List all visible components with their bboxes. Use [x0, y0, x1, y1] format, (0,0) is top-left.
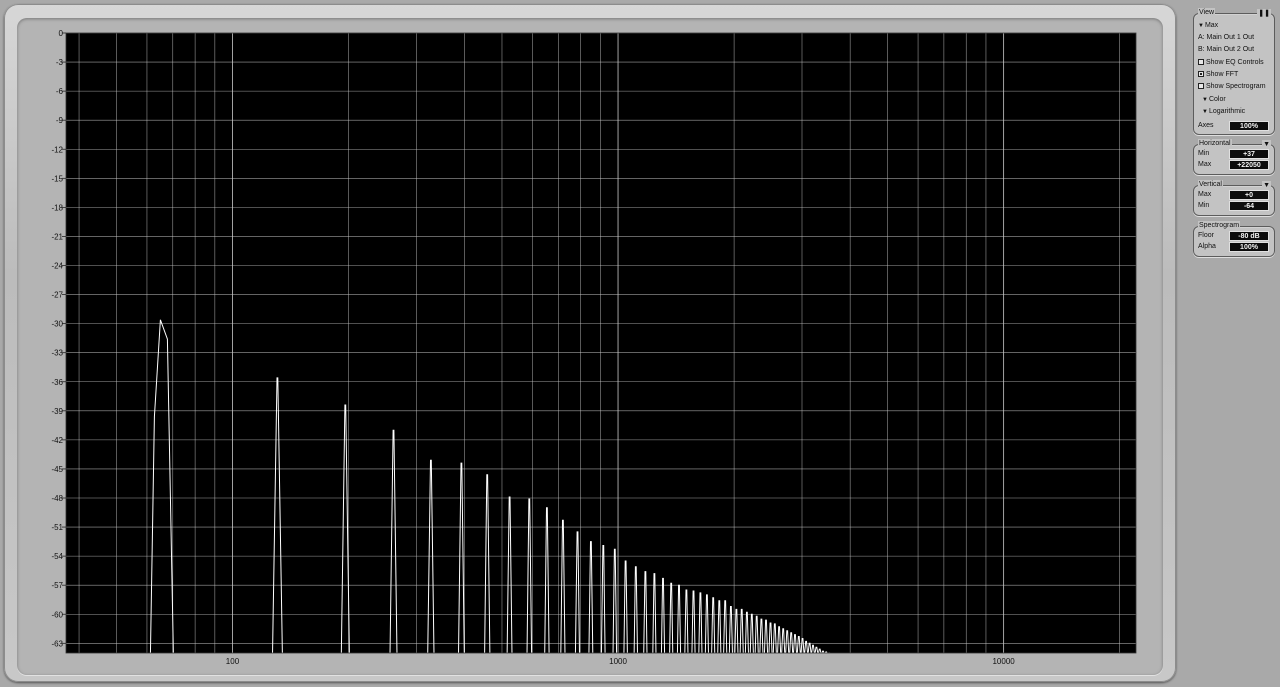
y-tick-label: -3	[56, 58, 64, 67]
axes-row: Axes 100%	[1198, 121, 1271, 131]
show-fft-toggle[interactable]: Show FFT	[1198, 70, 1271, 80]
floor-row: Floor -80 dB	[1198, 231, 1271, 241]
x-tick-label: 10000	[992, 657, 1015, 666]
spectrogram-group-title: Spectrogram	[1198, 221, 1241, 231]
show-eq-label: Show EQ Controls	[1206, 59, 1264, 66]
y-tick-label: -33	[51, 349, 63, 358]
vertical-max-field[interactable]: +0	[1229, 190, 1269, 200]
view-group-title: View	[1198, 8, 1216, 18]
axes-value-field[interactable]: 100%	[1229, 121, 1269, 131]
vertical-max-row: Max +0	[1198, 190, 1271, 200]
axes-label: Axes	[1198, 122, 1214, 129]
horizontal-min-field[interactable]: +37	[1229, 149, 1269, 159]
y-tick-label: -6	[56, 87, 64, 96]
vertical-group-title: Vertical	[1198, 180, 1223, 190]
show-fft-checkbox[interactable]	[1198, 71, 1204, 77]
x-tick-label: 100	[226, 657, 240, 666]
spectrum-chart[interactable]: 0 -3 -6 -9 -12 -15 -18 -21 -24 -27 -30 -33 -36 -39 -42…	[20, 19, 1150, 669]
y-tick-label: -21	[51, 232, 63, 241]
spectrogram-group: Spectrogram Floor -80 dB Alpha 100%	[1193, 221, 1275, 257]
source-a-label: A: Main Out 1 Out	[1198, 34, 1255, 41]
y-tick-label: -48	[51, 494, 63, 503]
color-dropdown[interactable]: ▼Color	[1202, 95, 1271, 105]
y-tick-label: -12	[51, 145, 63, 154]
y-tick-label: -30	[51, 320, 63, 329]
horizontal-min-label: Min	[1198, 150, 1210, 157]
color-label: Color	[1208, 96, 1226, 103]
y-tick-label: -42	[51, 436, 63, 445]
triangle-down-icon: ▼	[1202, 97, 1208, 103]
triangle-down-icon: ▼	[1198, 23, 1204, 29]
triangle-down-icon[interactable]: ▼	[1262, 140, 1271, 149]
y-tick-label: -57	[51, 581, 63, 590]
scale-dropdown[interactable]: ▼Logarithmic	[1202, 107, 1271, 117]
source-b-label: B: Main Out 2 Out	[1198, 46, 1255, 53]
show-spectrogram-checkbox[interactable]	[1198, 83, 1204, 89]
horizontal-group: Horizontal ▼ Min +37 Max +22050	[1193, 139, 1275, 175]
show-spectrogram-label: Show Spectrogram	[1206, 83, 1266, 90]
vertical-max-label: Max	[1198, 191, 1212, 198]
horizontal-min-row: Min +37	[1198, 149, 1271, 159]
floor-label: Floor	[1198, 232, 1214, 239]
scale-label: Logarithmic	[1208, 108, 1246, 115]
vertical-min-label: Min	[1198, 202, 1210, 209]
horizontal-max-field[interactable]: +22050	[1229, 160, 1269, 170]
floor-field[interactable]: -80 dB	[1229, 231, 1269, 241]
horizontal-max-row: Max +22050	[1198, 160, 1271, 170]
y-tick-label: -63	[51, 639, 63, 648]
y-tick-label: -51	[51, 523, 63, 532]
vertical-min-row: Min -64	[1198, 201, 1271, 211]
y-tick-label: -39	[51, 407, 63, 416]
vertical-min-field[interactable]: -64	[1229, 201, 1269, 211]
y-tick-label: 0	[59, 29, 64, 38]
horizontal-max-label: Max	[1198, 161, 1212, 168]
mode-label: Max	[1204, 22, 1219, 29]
show-eq-checkbox[interactable]	[1198, 59, 1204, 65]
plot-area	[66, 33, 1136, 653]
y-tick-label: -54	[51, 552, 63, 561]
vertical-group: Vertical ▼ Max +0 Min -64	[1193, 180, 1275, 216]
horizontal-group-title: Horizontal	[1198, 139, 1232, 149]
y-tick-label: -45	[51, 465, 63, 474]
y-tick-label: -24	[51, 262, 63, 271]
triangle-down-icon: ▼	[1202, 109, 1208, 115]
y-tick-label: -15	[51, 174, 63, 183]
source-a-select[interactable]: A: Main Out 1 Out	[1198, 33, 1271, 43]
show-spectrogram-toggle[interactable]: Show Spectrogram	[1198, 82, 1271, 92]
y-tick-label: -27	[51, 291, 63, 300]
y-tick-label: -36	[51, 378, 63, 387]
y-tick-label: -60	[51, 610, 63, 619]
source-b-select[interactable]: B: Main Out 2 Out	[1198, 45, 1271, 55]
y-tick-label: -18	[51, 203, 63, 212]
x-tick-label: 1000	[609, 657, 627, 666]
view-group: View ❚❚ ▼Max A: Main Out 1 Out B: Main O…	[1193, 8, 1275, 135]
show-fft-label: Show FFT	[1206, 71, 1239, 78]
alpha-label: Alpha	[1198, 243, 1216, 250]
triangle-down-icon[interactable]: ▼	[1262, 181, 1271, 190]
pause-icon[interactable]: ❚❚	[1257, 9, 1271, 18]
mode-dropdown[interactable]: ▼Max	[1198, 21, 1271, 31]
y-tick-label: -9	[56, 116, 64, 125]
alpha-field[interactable]: 100%	[1229, 242, 1269, 252]
alpha-row: Alpha 100%	[1198, 242, 1271, 252]
show-eq-toggle[interactable]: Show EQ Controls	[1198, 58, 1271, 68]
